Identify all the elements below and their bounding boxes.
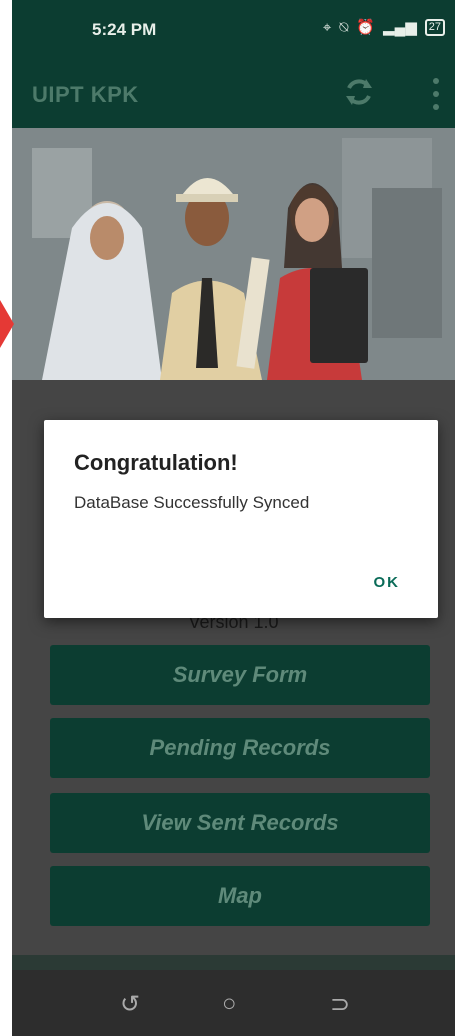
status-time: 5:24 PM: [92, 20, 157, 39]
map-button[interactable]: Map: [50, 866, 430, 926]
sync-icon[interactable]: [342, 75, 376, 109]
back-icon[interactable]: ⊃: [330, 990, 350, 1019]
survey-form-button[interactable]: Survey Form: [50, 645, 430, 705]
app-title: UIPT KPK: [32, 82, 139, 107]
signal-icon: ▂▄▆: [383, 19, 417, 36]
view-sent-records-button[interactable]: View Sent Records: [50, 793, 430, 853]
dialog-message: DataBase Successfully Synced: [74, 493, 310, 512]
pending-records-button[interactable]: Pending Records: [50, 718, 430, 778]
phone-screen: 5:24 PM ⌖ ⍉ ⏰ ▂▄▆ 27 UIPT KPK Version 1.…: [12, 0, 455, 1036]
ok-button[interactable]: OK: [374, 574, 401, 591]
app-bar: UIPT KPK: [12, 60, 455, 128]
status-bar: 5:24 PM ⌖ ⍉ ⏰ ▂▄▆ 27: [12, 0, 455, 60]
sync-success-dialog: Congratulation! DataBase Successfully Sy…: [44, 420, 438, 618]
location-icon: ⌖: [322, 18, 332, 36]
dialog-title: Congratulation!: [74, 450, 238, 475]
recent-apps-icon[interactable]: ↺: [120, 990, 140, 1019]
more-vert-icon[interactable]: [431, 78, 441, 110]
annotation-arrow: [0, 300, 14, 348]
alarm-icon: ⏰: [356, 19, 376, 36]
navigation-bar: ↺ ○ ⊃: [12, 970, 455, 1036]
home-icon[interactable]: ○: [222, 990, 237, 1018]
status-icons: ⌖ ⍉ ⏰ ▂▄▆ 27: [323, 18, 445, 36]
banner-image: [12, 128, 455, 380]
mute-icon: ⍉: [339, 18, 349, 36]
battery-icon: 27: [424, 18, 445, 36]
workers-illustration: [12, 128, 455, 380]
